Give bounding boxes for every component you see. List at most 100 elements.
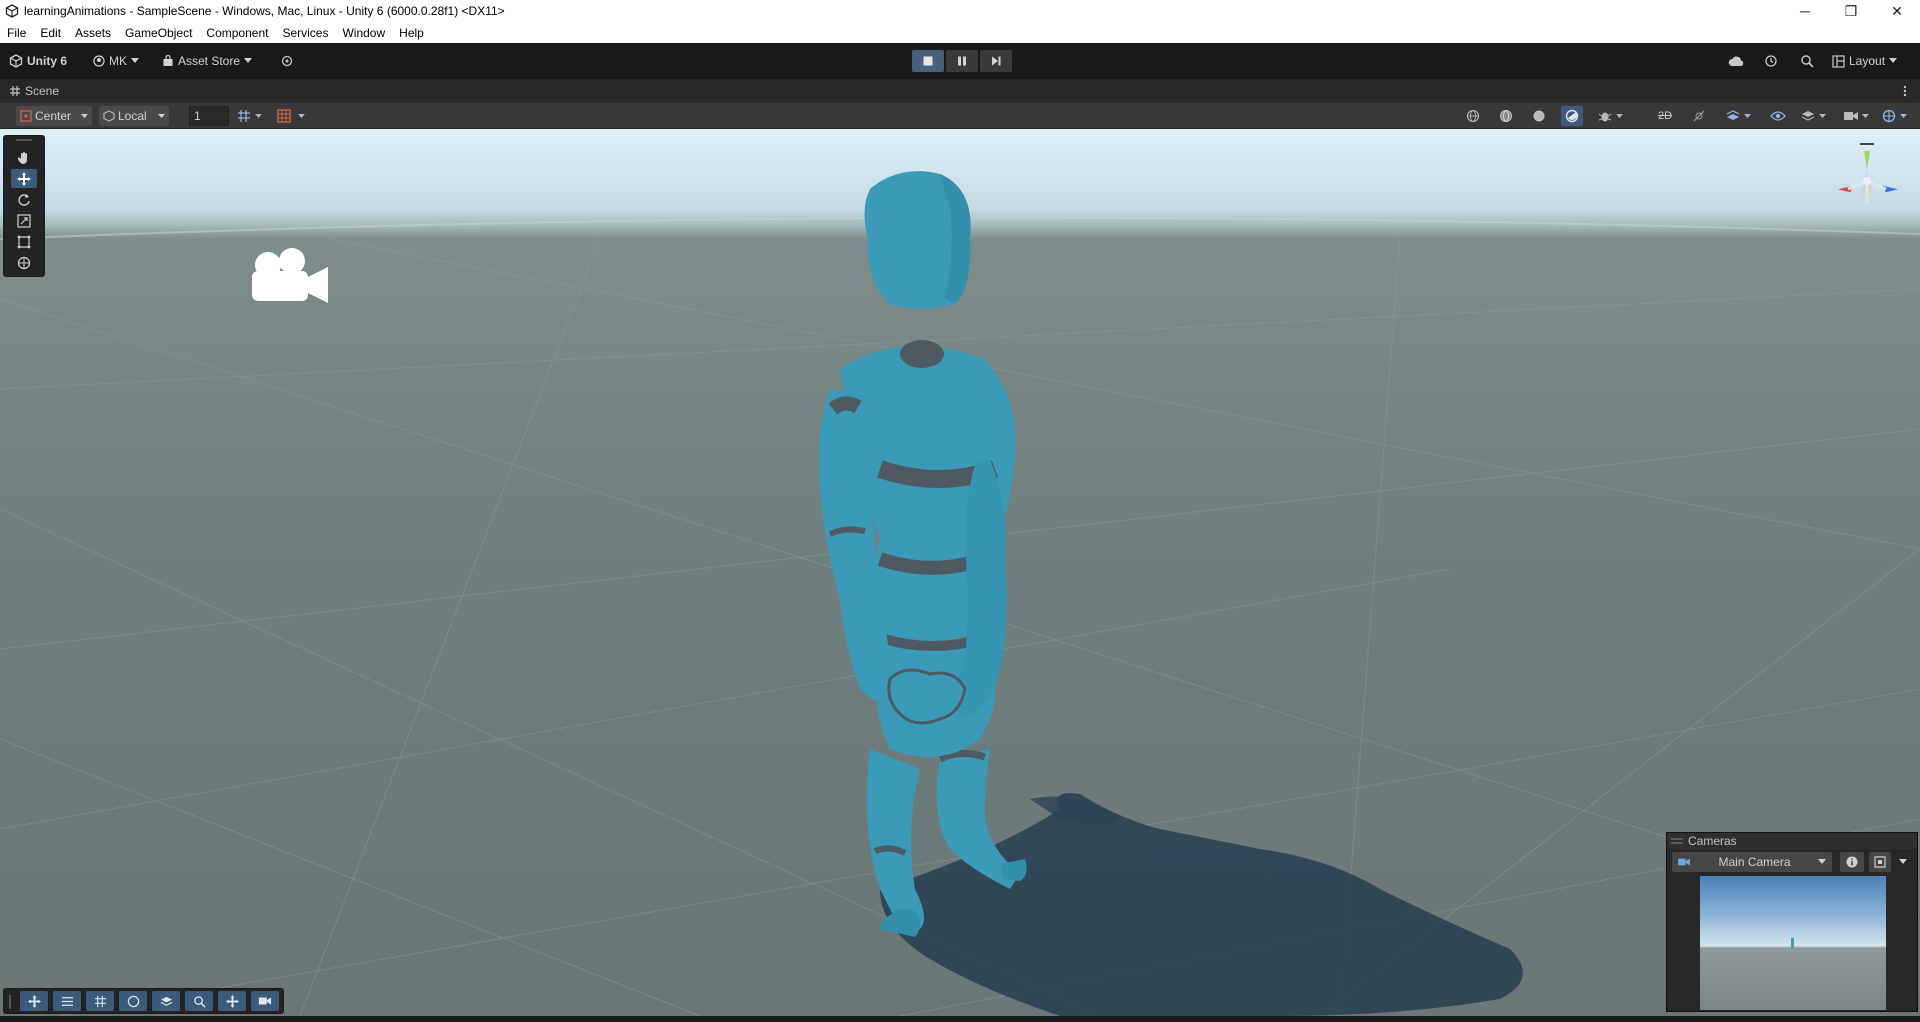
- effects-dropdown[interactable]: [1741, 106, 1753, 126]
- menu-edit[interactable]: Edit: [33, 26, 68, 40]
- toggle-2d-button[interactable]: 2D: [1654, 106, 1676, 126]
- bug-icon: [1598, 112, 1612, 122]
- cameras-overlay-header[interactable]: Cameras: [1667, 833, 1917, 849]
- scene-visibility-toggle[interactable]: [1767, 106, 1789, 126]
- cloud-icon: [1728, 56, 1744, 66]
- unity-version-button[interactable]: Unity 6: [9, 51, 67, 71]
- version-control-button[interactable]: [280, 51, 294, 71]
- chevron-down-icon: [1889, 58, 1898, 63]
- overlay-shading-button[interactable]: [119, 991, 147, 1011]
- menu-help[interactable]: Help: [392, 26, 431, 40]
- chevron-down-icon: [1899, 113, 1907, 118]
- cloud-button[interactable]: [1728, 51, 1744, 71]
- menu-component[interactable]: Component: [199, 26, 275, 40]
- settings-gear-icon: [281, 55, 293, 67]
- pivot-space-dropdown[interactable]: Local: [99, 106, 169, 126]
- restore-icon: ❐: [1844, 2, 1858, 19]
- scale-icon: [17, 213, 31, 228]
- shaded-mode-toggle[interactable]: [1561, 106, 1583, 126]
- camera-settings-dropdown[interactable]: [1859, 106, 1871, 126]
- cameras-overlay: Cameras Main Camera: [1666, 832, 1918, 1012]
- search-button[interactable]: [1800, 51, 1814, 71]
- account-icon: [93, 55, 105, 67]
- rotate-tool-button[interactable]: [11, 190, 37, 209]
- unlit-mode-toggle[interactable]: [1528, 106, 1550, 126]
- grid-hash-icon: [10, 86, 20, 96]
- selected-camera-label: Main Camera: [1718, 855, 1791, 869]
- scale-tool-button[interactable]: [11, 211, 37, 230]
- undo-history-button[interactable]: [1764, 51, 1778, 71]
- menu-window[interactable]: Window: [335, 26, 392, 40]
- pause-button[interactable]: [946, 50, 978, 72]
- preview-character: [1791, 938, 1794, 948]
- gizmos-dropdown[interactable]: [1897, 106, 1909, 126]
- increment-snap-toggle[interactable]: [273, 106, 295, 126]
- scene-viewport[interactable]: [0, 129, 1920, 1016]
- camera-select-dropdown[interactable]: Main Camera: [1672, 852, 1832, 872]
- rect-transform-icon: [17, 235, 31, 248]
- overlay-camera-button[interactable]: [251, 991, 279, 1011]
- orientation-gizmo[interactable]: [1828, 141, 1908, 221]
- close-window-button[interactable]: ✕: [1874, 0, 1920, 22]
- overlay-grid-button[interactable]: [86, 991, 114, 1011]
- overlay-grip-icon[interactable]: [16, 139, 32, 141]
- camera-info-button[interactable]: [1840, 852, 1864, 872]
- overlay-grip-icon[interactable]: [9, 995, 11, 1009]
- grid-snap-dropdown[interactable]: [252, 106, 264, 126]
- scene-camera-gizmo-icon[interactable]: [248, 241, 332, 303]
- lighting-toggle[interactable]: [1688, 106, 1710, 126]
- camera-preview: [1700, 876, 1886, 1010]
- cameras-overlay-title: Cameras: [1688, 834, 1737, 848]
- tools-overlay: [3, 135, 45, 277]
- draw-mode-toggle[interactable]: [1462, 106, 1484, 126]
- tab-scene[interactable]: Scene: [10, 84, 59, 98]
- overlay-search-button[interactable]: [185, 991, 213, 1011]
- pivot-center-icon: [20, 110, 32, 122]
- move-tool-button[interactable]: [11, 169, 37, 188]
- hand-icon: [17, 151, 27, 164]
- increment-snap-dropdown[interactable]: [295, 106, 307, 126]
- transform-tool-button[interactable]: [11, 253, 37, 272]
- shopping-bag-icon: [163, 55, 173, 66]
- pivot-mode-dropdown[interactable]: Center: [16, 106, 92, 126]
- kebab-menu-icon: [1903, 85, 1907, 97]
- menu-services[interactable]: Services: [275, 26, 335, 40]
- window-title: learningAnimations - SampleScene - Windo…: [24, 4, 505, 18]
- search-icon: [1801, 55, 1814, 68]
- chevron-down-icon: [297, 113, 305, 118]
- shaded-wireframe-icon: [1499, 109, 1513, 123]
- shading-sphere-icon: [127, 995, 139, 1007]
- shaded-wireframe-toggle[interactable]: [1495, 106, 1517, 126]
- gizmo-menu-icon: [1860, 143, 1874, 145]
- step-button[interactable]: [980, 50, 1012, 72]
- maximize-button[interactable]: ❐: [1828, 0, 1874, 22]
- overlay-layers-button[interactable]: [152, 991, 180, 1011]
- camera-options-dropdown[interactable]: [1894, 852, 1912, 872]
- layout-dropdown[interactable]: Layout: [1832, 51, 1898, 71]
- chevron-down-icon: [1615, 113, 1623, 118]
- playmode-controls: [912, 50, 1012, 72]
- layers-dropdown[interactable]: [1816, 106, 1828, 126]
- layers-icon: [1801, 111, 1815, 121]
- overlay-move-button[interactable]: [20, 991, 48, 1011]
- hand-tool-button[interactable]: [11, 148, 37, 167]
- mode-2d-label: 2D: [1657, 110, 1673, 122]
- asset-store-dropdown[interactable]: Asset Store: [162, 51, 253, 71]
- grid-snap-icon: [238, 110, 250, 122]
- overlay-pivot-button[interactable]: [218, 991, 246, 1011]
- menu-assets[interactable]: Assets: [68, 26, 118, 40]
- play-button[interactable]: [912, 50, 944, 72]
- draw-mode-dropdown[interactable]: [1613, 106, 1625, 126]
- video-camera-icon: [1678, 858, 1690, 866]
- rect-tool-button[interactable]: [11, 232, 37, 251]
- camera-frame-button[interactable]: [1869, 852, 1891, 872]
- minimize-button[interactable]: ─: [1782, 0, 1828, 22]
- menu-bar: File Edit Assets GameObject Component Se…: [0, 22, 1920, 43]
- menu-gameobject[interactable]: GameObject: [118, 26, 199, 40]
- menu-file[interactable]: File: [0, 26, 33, 40]
- account-dropdown[interactable]: MK: [93, 51, 139, 71]
- tab-options-button[interactable]: [1903, 84, 1909, 98]
- frame-camera-icon: [1874, 856, 1886, 868]
- overlay-tool-settings-button[interactable]: [53, 991, 81, 1011]
- grid-snap-input[interactable]: 1: [189, 106, 229, 126]
